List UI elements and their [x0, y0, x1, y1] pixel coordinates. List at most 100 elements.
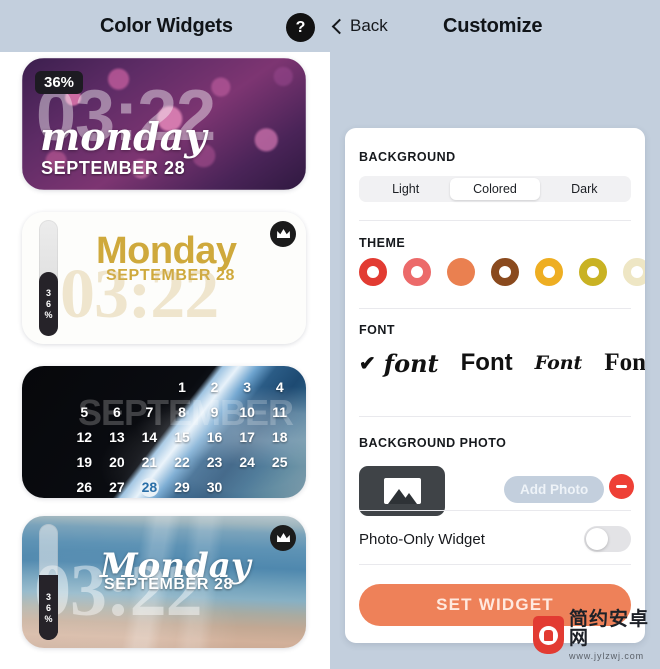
calendar-cell: 18: [271, 429, 288, 445]
check-icon: ✔: [359, 352, 376, 375]
widget-preview-list: 03:22 36% monday SEPTEMBER 28 3 6 % Mond…: [0, 50, 330, 669]
battery-badge: 36%: [35, 71, 84, 94]
background-section-label: BACKGROUND: [359, 150, 456, 164]
calendar-cell: 15: [174, 429, 190, 445]
calendar-cell: 20: [109, 454, 125, 470]
calendar-cell: 19: [76, 454, 93, 470]
theme-swatch-1[interactable]: [403, 258, 431, 286]
calendar-cell: 5: [80, 404, 89, 420]
app-title: Color Widgets: [100, 15, 233, 37]
crown-icon: [270, 525, 296, 551]
calendar-cell: 24: [239, 454, 255, 470]
divider: [359, 416, 631, 417]
calendar-cell: 26: [76, 479, 93, 495]
battery-digit: %: [44, 309, 53, 320]
calendar-cell: 13: [109, 429, 125, 445]
widget-date: SEPTEMBER 28: [41, 158, 186, 178]
calendar-grid: 0001234567891011121314151617181920212223…: [68, 378, 296, 497]
toggle-knob: [586, 528, 608, 550]
watermark-url: www.jylzwj.com: [568, 650, 645, 661]
battery-gauge: 3 6 %: [39, 524, 58, 640]
customize-panel: BACKGROUND Light Colored Dark THEME FONT ✔…: [330, 50, 660, 669]
background-photo-section-label: BACKGROUND PHOTO: [359, 436, 507, 450]
calendar-cell: 17: [239, 429, 255, 445]
calendar-cell: 10: [239, 404, 255, 420]
photo-only-widget-label: Photo-Only Widget: [359, 531, 485, 548]
settings-card: BACKGROUND Light Colored Dark THEME FONT ✔…: [345, 128, 645, 643]
font-option-2[interactable]: Font: [535, 352, 583, 374]
font-option-0[interactable]: font: [384, 349, 439, 378]
site-watermark: 简约安卓网 www.jylzwj.com: [533, 605, 660, 665]
calendar-cell: 9: [210, 404, 219, 420]
image-icon: [383, 478, 421, 504]
background-photo-thumbnail[interactable]: [359, 466, 445, 516]
theme-swatch-3[interactable]: [491, 258, 519, 286]
calendar-cell: 3: [243, 379, 252, 395]
calendar-cell: 4: [275, 379, 284, 395]
calendar-cell: 6: [112, 404, 121, 420]
theme-section-label: THEME: [359, 236, 406, 250]
photo-only-widget-toggle[interactable]: [584, 526, 631, 552]
theme-swatch-6[interactable]: [623, 258, 645, 286]
crown-icon: [270, 221, 296, 247]
battery-gauge: 3 6 %: [39, 220, 58, 336]
add-photo-button[interactable]: Add Photo: [504, 476, 605, 503]
help-icon[interactable]: ?: [286, 13, 315, 42]
calendar-cell: 16: [206, 429, 223, 445]
calendar-cell: 12: [76, 429, 93, 445]
battery-gauge-fill: 3 6 %: [39, 576, 58, 640]
calendar-cell: 27: [109, 479, 125, 495]
background-option-dark[interactable]: Dark: [540, 178, 629, 200]
divider: [359, 308, 631, 309]
divider: [359, 510, 631, 511]
widget-preview-beach[interactable]: 03:22 3 6 % Monday SEPTEMBER 28: [22, 516, 306, 648]
background-segmented-control[interactable]: Light Colored Dark: [359, 176, 631, 202]
android-shield-icon: [533, 616, 564, 654]
font-section-label: FONT: [359, 323, 396, 337]
theme-swatch-0[interactable]: [359, 258, 387, 286]
minus-icon: [616, 485, 627, 488]
widget-day: monday: [40, 114, 207, 159]
theme-swatch-5[interactable]: [579, 258, 607, 286]
widget-date: SEPTEMBER 28: [104, 576, 234, 593]
calendar-cell: 29: [174, 479, 190, 495]
calendar-cell: 30: [206, 479, 223, 495]
calendar-cell: 23: [206, 454, 223, 470]
calendar-cell: 21: [141, 454, 158, 470]
theme-swatch-4[interactable]: [535, 258, 563, 286]
theme-swatch-2[interactable]: [447, 258, 475, 286]
calendar-cell: 22: [174, 454, 190, 470]
battery-digit: 3: [45, 287, 51, 298]
widget-clock: 03:22: [60, 256, 219, 333]
battery-gauge-fill: 3 6 %: [39, 272, 58, 336]
calendar-cell: 11: [272, 404, 288, 420]
calendar-cell: 2: [210, 379, 219, 395]
calendar-cell-today: 28: [139, 478, 159, 497]
battery-digit: 3: [45, 591, 51, 602]
background-option-light[interactable]: Light: [361, 178, 450, 200]
widget-preview-calendar[interactable]: SEPTEMBER 000123456789101112131415161718…: [22, 366, 306, 498]
remove-photo-button[interactable]: [609, 474, 634, 499]
calendar-cell: 1: [178, 379, 186, 395]
battery-digit: %: [44, 613, 53, 624]
font-option-row[interactable]: ✔ font Font Font Fon: [359, 343, 645, 383]
calendar-cell: 14: [141, 429, 158, 445]
divider: [359, 564, 631, 565]
divider: [359, 220, 631, 221]
battery-digit: 6: [45, 602, 51, 613]
back-label: Back: [350, 16, 388, 35]
page-title: Customize: [443, 15, 543, 37]
background-option-colored[interactable]: Colored: [450, 178, 540, 200]
widget-preview-floral[interactable]: 03:22 36% monday SEPTEMBER 28: [22, 58, 306, 190]
chevron-left-icon: [331, 18, 348, 35]
calendar-cell: 8: [178, 404, 186, 420]
battery-digit: 6: [45, 298, 51, 309]
back-button[interactable]: Back: [331, 16, 388, 36]
font-option-3[interactable]: Fon: [604, 349, 645, 377]
font-option-1[interactable]: Font: [461, 349, 513, 377]
watermark-site-name: 简约安卓网: [568, 608, 649, 649]
theme-swatch-row[interactable]: [359, 258, 645, 292]
widget-preview-white-gold[interactable]: 3 6 % Monday SEPTEMBER 28 03:22: [22, 212, 306, 344]
calendar-cell: 7: [145, 404, 154, 420]
top-bar: Color Widgets ? Back Customize: [0, 0, 660, 52]
